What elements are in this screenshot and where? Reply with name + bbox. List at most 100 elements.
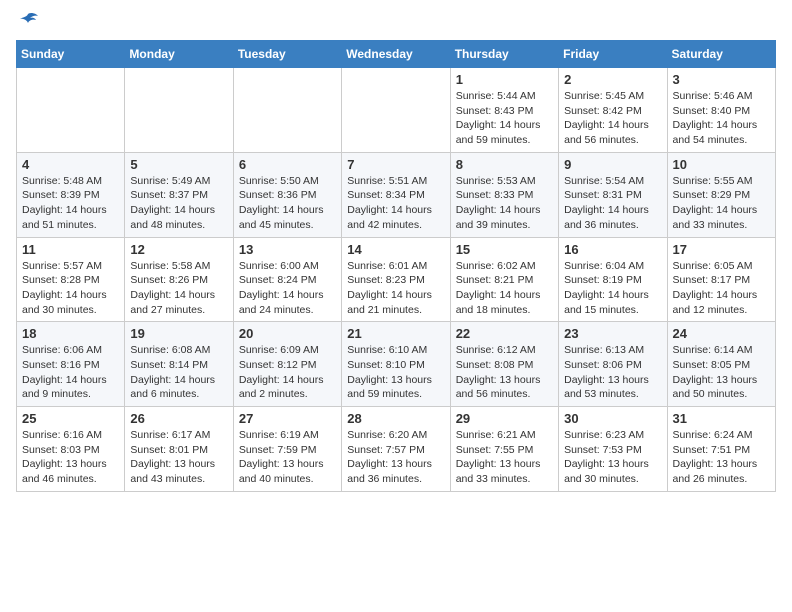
calendar-cell: 25Sunrise: 6:16 AMSunset: 8:03 PMDayligh… [17, 407, 125, 492]
day-info: Sunrise: 5:49 AMSunset: 8:37 PMDaylight:… [130, 174, 227, 233]
day-info: Sunrise: 5:55 AMSunset: 8:29 PMDaylight:… [673, 174, 770, 233]
day-info: Sunrise: 6:13 AMSunset: 8:06 PMDaylight:… [564, 343, 661, 402]
day-info: Sunrise: 5:45 AMSunset: 8:42 PMDaylight:… [564, 89, 661, 148]
header-monday: Monday [125, 41, 233, 68]
day-info: Sunrise: 5:48 AMSunset: 8:39 PMDaylight:… [22, 174, 119, 233]
calendar-cell: 28 Sunrise: 6:20 AMSunset: 7:57 PMDayligh… [342, 407, 450, 492]
logo-text [16, 16, 40, 30]
calendar-cell: 22 Sunrise: 6:12 AMSunset: 8:08 PMDayligh… [450, 322, 558, 407]
day-number: 22 [456, 326, 553, 341]
calendar-cell: 19 Sunrise: 6:08 AMSunset: 8:14 PMDayligh… [125, 322, 233, 407]
day-number: 28 [347, 411, 444, 426]
day-info: Sunrise: 6:10 AMSunset: 8:10 PMDaylight:… [347, 343, 444, 402]
day-number: 1 [456, 72, 553, 87]
calendar-week-row: 18 Sunrise: 6:06 AMSunset: 8:16 PMDayligh… [17, 322, 776, 407]
day-info: Sunrise: 5:53 AMSunset: 8:33 PMDaylight:… [456, 174, 553, 233]
header-tuesday: Tuesday [233, 41, 341, 68]
day-number: 15 [456, 242, 553, 257]
day-info: Sunrise: 6:01 AMSunset: 8:23 PMDaylight:… [347, 259, 444, 318]
header-wednesday: Wednesday [342, 41, 450, 68]
day-number: 13 [239, 242, 336, 257]
calendar-cell [17, 68, 125, 153]
day-number: 31 [673, 411, 770, 426]
day-info: Sunrise: 6:14 AMSunset: 8:05 PMDaylight:… [673, 343, 770, 402]
day-number: 12 [130, 242, 227, 257]
day-info: Sunrise: 6:02 AMSunset: 8:21 PMDaylight:… [456, 259, 553, 318]
calendar-cell: 31 Sunrise: 6:24 AMSunset: 7:51 PMDayligh… [667, 407, 775, 492]
day-number: 9 [564, 157, 661, 172]
day-info: Sunrise: 6:12 AMSunset: 8:08 PMDaylight:… [456, 343, 553, 402]
calendar-cell: 17 Sunrise: 6:05 AMSunset: 8:17 PMDayligh… [667, 237, 775, 322]
day-info: Sunrise: 5:51 AMSunset: 8:34 PMDaylight:… [347, 174, 444, 233]
day-info: Sunrise: 6:00 AMSunset: 8:24 PMDaylight:… [239, 259, 336, 318]
calendar-cell: 30Sunrise: 6:23 AMSunset: 7:53 PMDayligh… [559, 407, 667, 492]
calendar-cell: 23 Sunrise: 6:13 AMSunset: 8:06 PMDayligh… [559, 322, 667, 407]
calendar-cell: 15 Sunrise: 6:02 AMSunset: 8:21 PMDayligh… [450, 237, 558, 322]
calendar-cell: 6 Sunrise: 5:50 AMSunset: 8:36 PMDaylight… [233, 152, 341, 237]
calendar-cell: 18 Sunrise: 6:06 AMSunset: 8:16 PMDayligh… [17, 322, 125, 407]
calendar-cell: 8 Sunrise: 5:53 AMSunset: 8:33 PMDaylight… [450, 152, 558, 237]
day-info: Sunrise: 5:46 AMSunset: 8:40 PMDaylight:… [673, 89, 770, 148]
calendar-cell: 2 Sunrise: 5:45 AMSunset: 8:42 PMDaylight… [559, 68, 667, 153]
day-info: Sunrise: 5:58 AMSunset: 8:26 PMDaylight:… [130, 259, 227, 318]
logo [16, 16, 40, 30]
calendar-cell: 24 Sunrise: 6:14 AMSunset: 8:05 PMDayligh… [667, 322, 775, 407]
day-number: 23 [564, 326, 661, 341]
calendar-cell: 26 Sunrise: 6:17 AMSunset: 8:01 PMDayligh… [125, 407, 233, 492]
day-number: 16 [564, 242, 661, 257]
day-number: 27 [239, 411, 336, 426]
day-number: 24 [673, 326, 770, 341]
logo-bird-icon [18, 12, 40, 30]
day-info: Sunrise: 6:20 AMSunset: 7:57 PMDaylight:… [347, 428, 444, 487]
calendar-cell [125, 68, 233, 153]
calendar-week-row: 4 Sunrise: 5:48 AMSunset: 8:39 PMDaylight… [17, 152, 776, 237]
day-info: Sunrise: 5:57 AMSunset: 8:28 PMDaylight:… [22, 259, 119, 318]
calendar-cell: 20 Sunrise: 6:09 AMSunset: 8:12 PMDayligh… [233, 322, 341, 407]
day-info: Sunrise: 6:21 AMSunset: 7:55 PMDaylight:… [456, 428, 553, 487]
calendar-cell: 29Sunrise: 6:21 AMSunset: 7:55 PMDayligh… [450, 407, 558, 492]
day-info: Sunrise: 6:19 AMSunset: 7:59 PMDaylight:… [239, 428, 336, 487]
day-number: 26 [130, 411, 227, 426]
day-number: 11 [22, 242, 119, 257]
day-number: 5 [130, 157, 227, 172]
calendar-cell: 5 Sunrise: 5:49 AMSunset: 8:37 PMDaylight… [125, 152, 233, 237]
day-info: Sunrise: 6:04 AMSunset: 8:19 PMDaylight:… [564, 259, 661, 318]
calendar-cell: 4 Sunrise: 5:48 AMSunset: 8:39 PMDaylight… [17, 152, 125, 237]
day-info: Sunrise: 5:44 AMSunset: 8:43 PMDaylight:… [456, 89, 553, 148]
day-number: 4 [22, 157, 119, 172]
day-number: 8 [456, 157, 553, 172]
calendar-cell: 10 Sunrise: 5:55 AMSunset: 8:29 PMDayligh… [667, 152, 775, 237]
header-sunday: Sunday [17, 41, 125, 68]
calendar-cell: 3 Sunrise: 5:46 AMSunset: 8:40 PMDaylight… [667, 68, 775, 153]
day-info: Sunrise: 6:08 AMSunset: 8:14 PMDaylight:… [130, 343, 227, 402]
calendar-cell: 16 Sunrise: 6:04 AMSunset: 8:19 PMDayligh… [559, 237, 667, 322]
calendar-cell: 9 Sunrise: 5:54 AMSunset: 8:31 PMDaylight… [559, 152, 667, 237]
header-saturday: Saturday [667, 41, 775, 68]
day-info: Sunrise: 6:24 AMSunset: 7:51 PMDaylight:… [673, 428, 770, 487]
calendar-cell: 21Sunrise: 6:10 AMSunset: 8:10 PMDayligh… [342, 322, 450, 407]
day-info: Sunrise: 6:06 AMSunset: 8:16 PMDaylight:… [22, 343, 119, 402]
day-number: 2 [564, 72, 661, 87]
day-info: Sunrise: 6:17 AMSunset: 8:01 PMDaylight:… [130, 428, 227, 487]
day-number: 19 [130, 326, 227, 341]
header [16, 16, 776, 30]
calendar-cell: 1 Sunrise: 5:44 AMSunset: 8:43 PMDaylight… [450, 68, 558, 153]
day-info: Sunrise: 5:54 AMSunset: 8:31 PMDaylight:… [564, 174, 661, 233]
day-number: 18 [22, 326, 119, 341]
day-number: 6 [239, 157, 336, 172]
day-info: Sunrise: 6:09 AMSunset: 8:12 PMDaylight:… [239, 343, 336, 402]
header-thursday: Thursday [450, 41, 558, 68]
calendar-cell: 14 Sunrise: 6:01 AMSunset: 8:23 PMDayligh… [342, 237, 450, 322]
calendar-cell: 13 Sunrise: 6:00 AMSunset: 8:24 PMDayligh… [233, 237, 341, 322]
day-info: Sunrise: 5:50 AMSunset: 8:36 PMDaylight:… [239, 174, 336, 233]
day-number: 3 [673, 72, 770, 87]
calendar-cell: 27 Sunrise: 6:19 AMSunset: 7:59 PMDayligh… [233, 407, 341, 492]
day-info: Sunrise: 6:05 AMSunset: 8:17 PMDaylight:… [673, 259, 770, 318]
day-number: 17 [673, 242, 770, 257]
day-number: 10 [673, 157, 770, 172]
calendar-header-row: SundayMondayTuesdayWednesdayThursdayFrid… [17, 41, 776, 68]
day-number: 20 [239, 326, 336, 341]
header-friday: Friday [559, 41, 667, 68]
day-number: 14 [347, 242, 444, 257]
day-number: 7 [347, 157, 444, 172]
